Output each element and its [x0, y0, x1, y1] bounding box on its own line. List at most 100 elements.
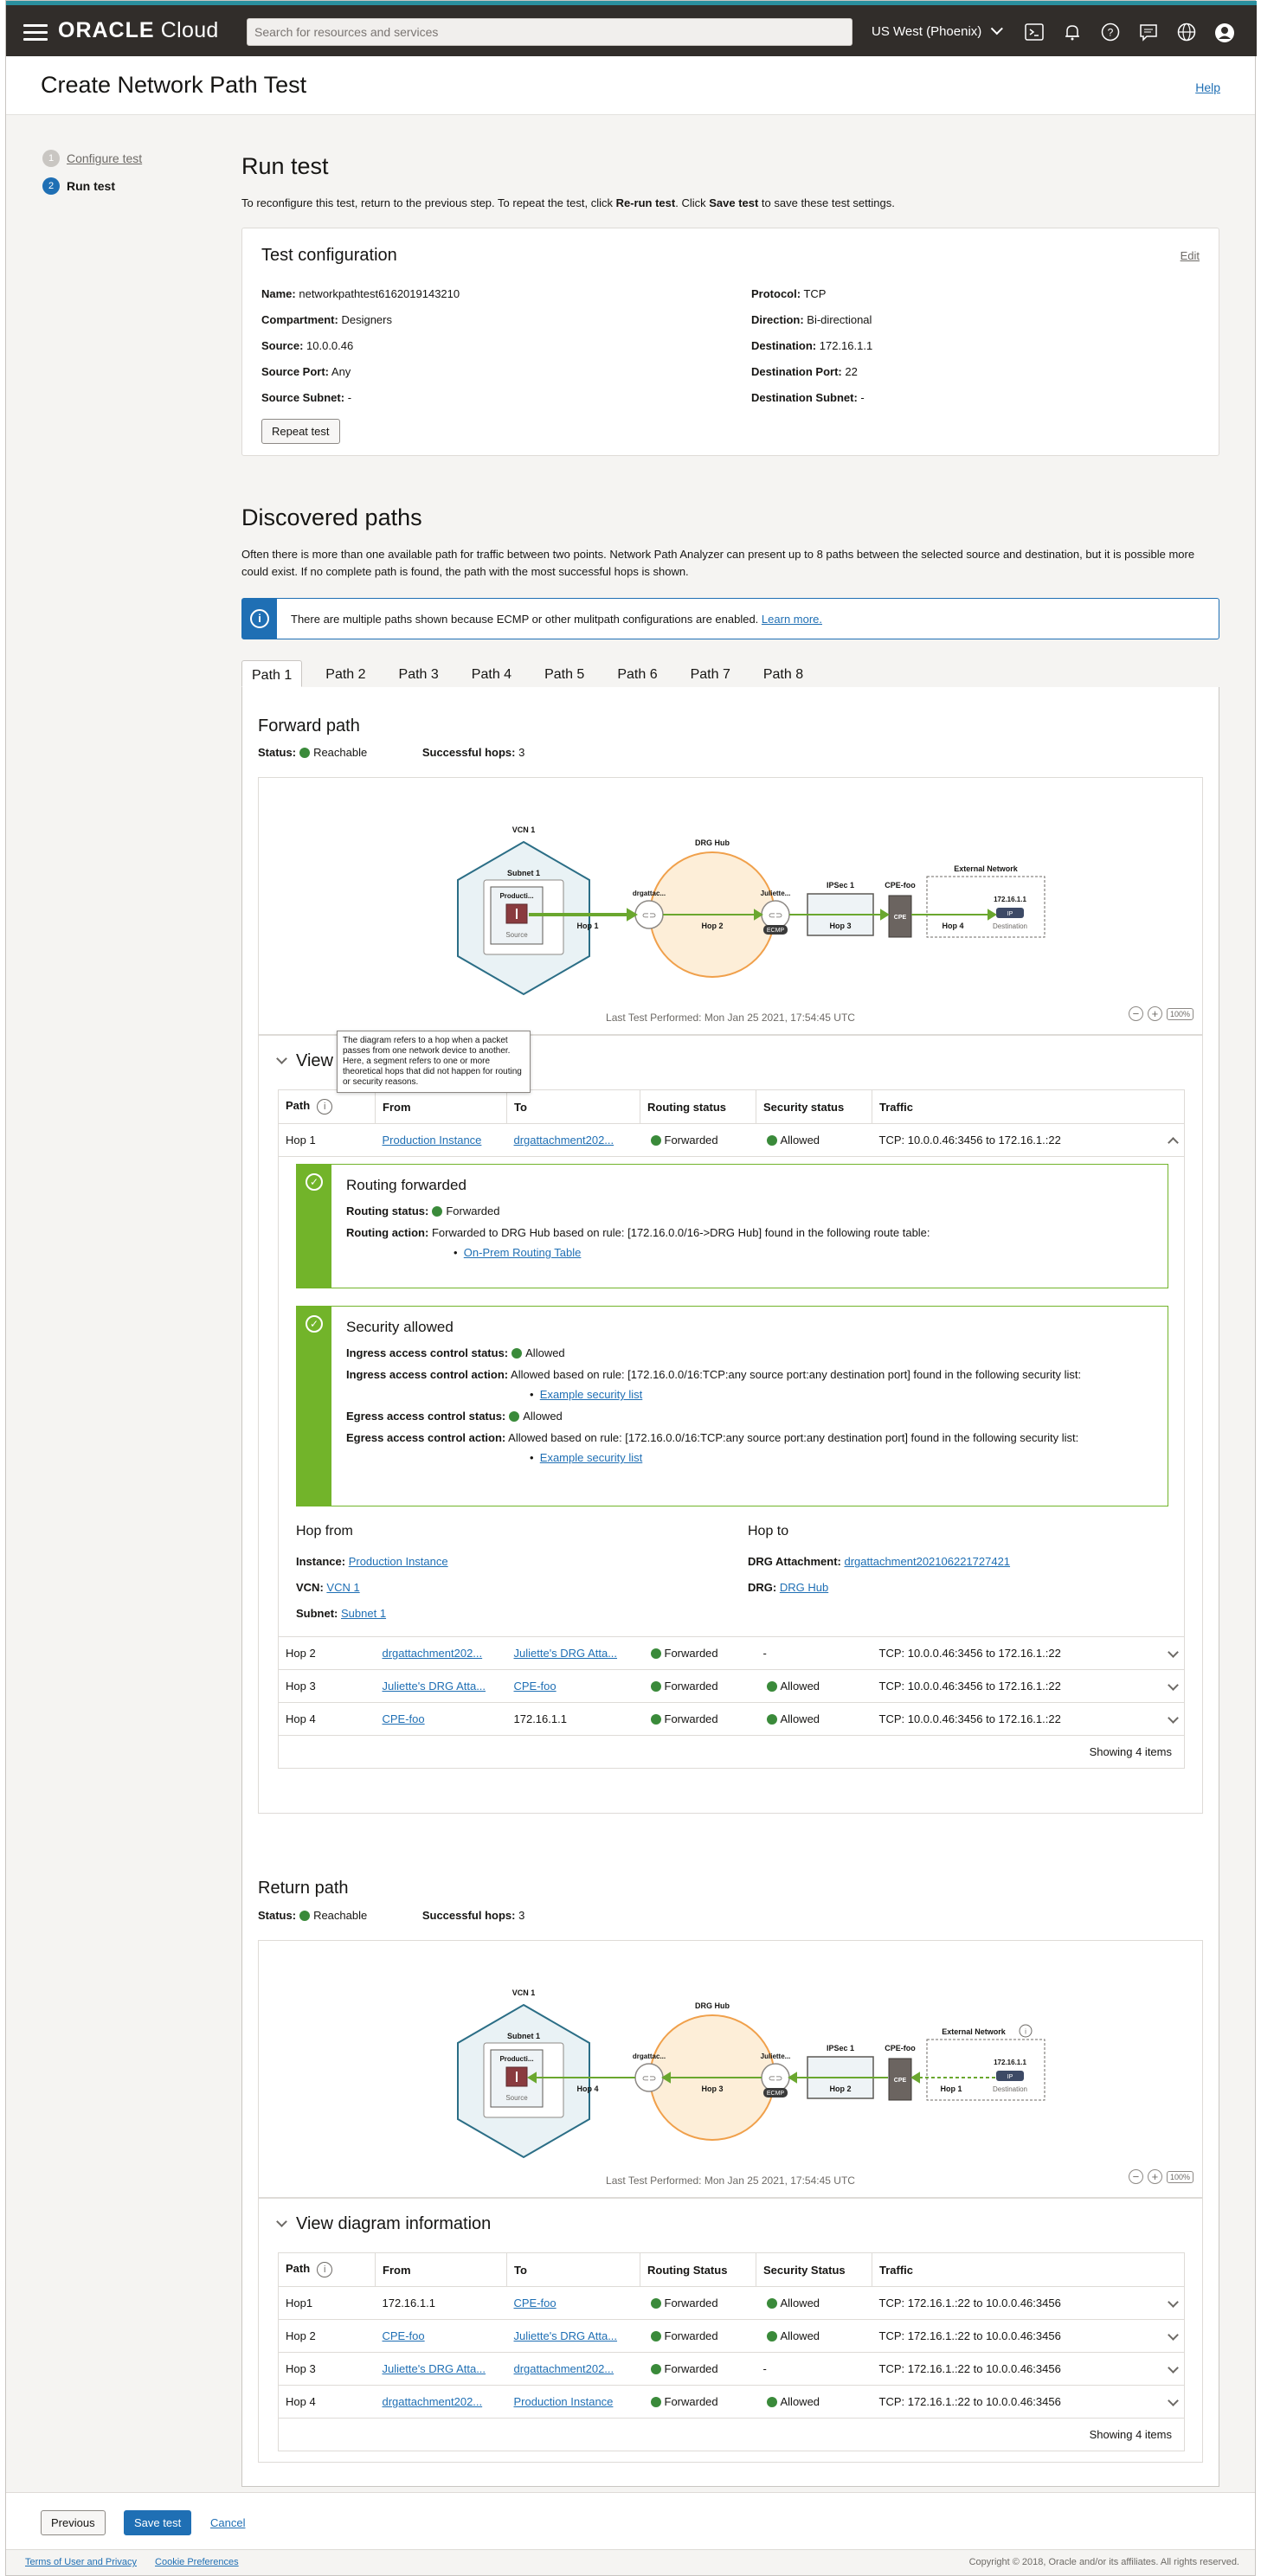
copyright: Copyright © 2018, Oracle and/or its affi…: [968, 2557, 1239, 2567]
ingress-action-line: Ingress access control action: Allowed b…: [346, 1368, 1082, 1381]
ipsec-label: IPSec 1: [827, 881, 854, 890]
repeat-test-button[interactable]: Repeat test: [261, 419, 340, 444]
cell-routing: Forwarded: [640, 1636, 756, 1670]
step-run-test[interactable]: 2 Run test: [42, 177, 142, 195]
zoom-out-button[interactable]: −: [1128, 1006, 1143, 1021]
chevron-down-icon[interactable]: [1168, 2395, 1179, 2406]
globe-icon[interactable]: [1176, 22, 1197, 43]
zoom-level[interactable]: 100%: [1166, 2170, 1193, 2183]
to-link[interactable]: Production Instance: [514, 2395, 614, 2408]
chevron-down-icon[interactable]: [1168, 2362, 1179, 2374]
table-row[interactable]: Hop 3 Juliette's DRG Atta... drgattachme…: [278, 2352, 1185, 2386]
example-security-list-link[interactable]: Example security list: [540, 1451, 642, 1464]
oracle-cloud-logo[interactable]: ORACLE Cloud: [58, 18, 219, 43]
bell-icon[interactable]: [1062, 22, 1083, 43]
to-link[interactable]: Juliette's DRG Atta...: [514, 1647, 618, 1660]
tab-path-8[interactable]: Path 8: [754, 660, 813, 687]
info-icon[interactable]: i: [317, 2262, 333, 2277]
tab-path-3[interactable]: Path 3: [389, 660, 448, 687]
tab-path-6[interactable]: Path 6: [608, 660, 666, 687]
terms-link[interactable]: Terms of User and Privacy: [25, 2557, 137, 2567]
check-circle-icon: ✓: [306, 1173, 323, 1191]
vcn-link[interactable]: VCN 1: [326, 1581, 359, 1594]
table-row[interactable]: Hop 1 Production Instance drgattachment2…: [278, 1123, 1185, 1157]
hop-to-drg-attachment: DRG Attachment: drgattachment20210622172…: [748, 1555, 1011, 1568]
learn-more-link[interactable]: Learn more.: [762, 613, 822, 626]
tab-path-7[interactable]: Path 7: [681, 660, 740, 687]
return-path-diagram: VCN 1 Subnet 1 Producti... Source DRG Hu…: [258, 1940, 1203, 2198]
from-link[interactable]: Juliette's DRG Atta...: [383, 1680, 486, 1693]
example-security-list-link[interactable]: Example security list: [540, 1388, 642, 1401]
edit-link[interactable]: Edit: [1181, 249, 1200, 262]
table-row[interactable]: Hop 4 CPE-foo 172.16.1.1 Forwarded Allow…: [278, 1702, 1185, 1736]
hop-from-instance: Instance: Production Instance: [296, 1555, 448, 1568]
from-link[interactable]: drgattachment202...: [383, 2395, 483, 2408]
zoom-in-button[interactable]: +: [1147, 1006, 1162, 1021]
zoom-in-button[interactable]: +: [1147, 2169, 1162, 2184]
chevron-up-icon[interactable]: [1168, 1137, 1179, 1148]
table-row[interactable]: Hop 3 Juliette's DRG Atta... CPE-foo For…: [278, 1669, 1185, 1703]
chevron-down-icon[interactable]: [1168, 1680, 1179, 1691]
user-avatar-icon[interactable]: [1214, 22, 1235, 43]
production-instance-link[interactable]: Production Instance: [349, 1555, 448, 1568]
cancel-link[interactable]: Cancel: [210, 2516, 245, 2529]
save-test-button[interactable]: Save test: [124, 2510, 192, 2535]
from-cell: 172.16.1.1: [375, 2286, 507, 2320]
table-row[interactable]: Hop 2 drgattachment202... Juliette's DRG…: [278, 1636, 1185, 1670]
to-link[interactable]: CPE-foo: [514, 2297, 557, 2309]
chevron-down-icon[interactable]: [1168, 2329, 1179, 2341]
chevron-down-icon[interactable]: [1168, 2297, 1179, 2308]
help-icon[interactable]: ?: [1100, 22, 1121, 43]
col-traffic: Traffic: [872, 1089, 1185, 1124]
juliette-attachment-label: Juliette...: [761, 890, 791, 897]
cloud-shell-icon[interactable]: [1024, 22, 1045, 43]
search-input[interactable]: Search for resources and services: [247, 18, 852, 46]
drg-attachment-link[interactable]: drgattachment20210622172742​1: [844, 1555, 1010, 1568]
to-link[interactable]: drgattachment202...: [514, 1134, 614, 1147]
chevron-down-icon[interactable]: [1168, 1712, 1179, 1724]
table-row[interactable]: Hop 2 CPE-foo Juliette's DRG Atta... For…: [278, 2319, 1185, 2353]
view-diagram-information-toggle[interactable]: View diagram information: [276, 2214, 491, 2234]
chevron-down-icon[interactable]: [1168, 1647, 1179, 1658]
cookie-preferences-link[interactable]: Cookie Preferences: [155, 2557, 239, 2567]
region-selector[interactable]: US West (Phoenix): [872, 22, 1004, 39]
cell-routing: Forwarded: [640, 2286, 756, 2320]
cell-routing: Forwarded: [640, 1669, 756, 1703]
wizard-footer: Previous Save test Cancel: [6, 2492, 1255, 2549]
tab-path-4[interactable]: Path 4: [462, 660, 521, 687]
from-link[interactable]: CPE-foo: [383, 1712, 425, 1725]
zoom-level[interactable]: 100%: [1166, 1007, 1193, 1020]
svg-text:CPE: CPE: [894, 915, 907, 921]
info-icon[interactable]: i: [317, 1099, 333, 1115]
cell-routing: Forwarded: [640, 2319, 756, 2353]
subnet-link[interactable]: Subnet 1: [341, 1607, 386, 1620]
table-row[interactable]: Hop1 172.16.1.1 CPE-foo Forwarded Allowe…: [278, 2286, 1185, 2320]
zoom-out-button[interactable]: −: [1128, 2169, 1143, 2184]
cell-security: Allowed: [756, 2286, 872, 2320]
to-link[interactable]: CPE-foo: [514, 1680, 557, 1693]
previous-button[interactable]: Previous: [41, 2510, 106, 2535]
footer-links: Terms of User and Privacy Cookie Prefere…: [25, 2557, 239, 2567]
step-configure-test[interactable]: 1 Configure test: [42, 150, 142, 167]
svg-text:?: ?: [1108, 27, 1114, 39]
to-link[interactable]: Juliette's DRG Atta...: [514, 2329, 618, 2342]
to-link[interactable]: drgattachment202...: [514, 2362, 614, 2375]
menu-icon[interactable]: [23, 24, 48, 42]
routing-alert-title: Routing forwarded: [346, 1177, 466, 1193]
tab-path-2[interactable]: Path 2: [316, 660, 375, 687]
tab-path-1[interactable]: Path 1: [241, 660, 303, 687]
drg-hub-link[interactable]: DRG Hub: [780, 1581, 828, 1594]
return-hop-2-label: Hop 2: [829, 2085, 851, 2093]
hop-from-subnet: Subnet: Subnet 1: [296, 1607, 387, 1620]
from-link[interactable]: CPE-foo: [383, 2329, 425, 2342]
table-row[interactable]: Hop 4 drgattachment202... Production Ins…: [278, 2385, 1185, 2419]
from-link[interactable]: Production Instance: [383, 1134, 482, 1147]
from-link[interactable]: Juliette's DRG Atta...: [383, 2362, 486, 2375]
help-link[interactable]: Help: [1195, 80, 1220, 94]
tab-path-5[interactable]: Path 5: [535, 660, 594, 687]
feedback-icon[interactable]: [1138, 22, 1159, 43]
forward-hops-table: Path i From To Routing status Security st…: [278, 1089, 1185, 1769]
from-link[interactable]: drgattachment202...: [383, 1647, 483, 1660]
hop-to-drg: DRG: DRG Hub: [748, 1581, 829, 1594]
on-prem-routing-table-link[interactable]: On-Prem Routing Table: [464, 1246, 582, 1259]
